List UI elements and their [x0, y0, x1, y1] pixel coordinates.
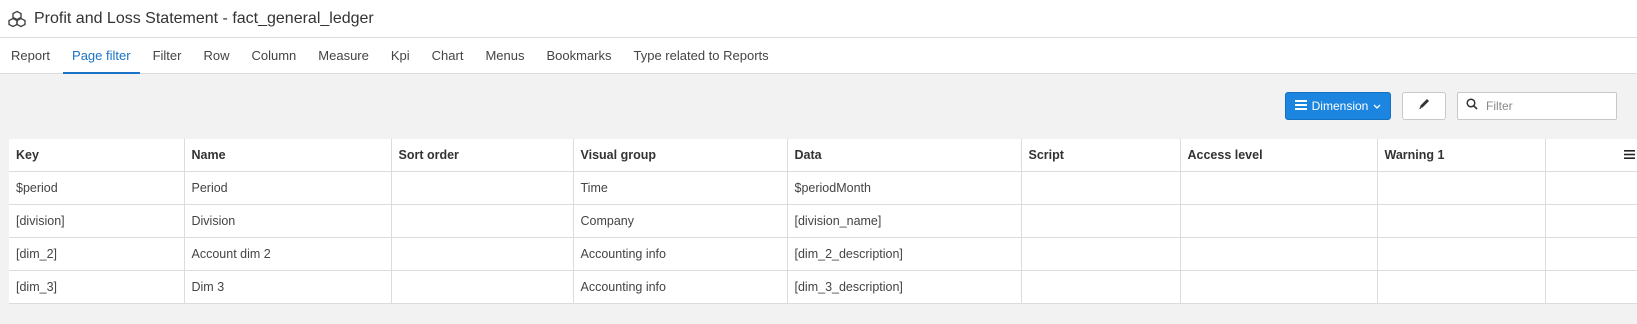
filter-input[interactable] [1484, 98, 1608, 114]
tab-page-filter[interactable]: Page filter [63, 38, 140, 74]
cell-script [1021, 171, 1181, 205]
cubes-icon [8, 10, 26, 28]
cell-script [1021, 204, 1181, 238]
cell-script [1021, 237, 1181, 271]
column-header-script[interactable]: Script [1021, 139, 1181, 172]
list-icon [1294, 99, 1307, 113]
table-row[interactable]: [division] Division Company [division_na… [9, 204, 1637, 238]
tab-filter[interactable]: Filter [144, 38, 191, 73]
tab-menus[interactable]: Menus [476, 38, 533, 73]
column-header-name[interactable]: Name [184, 139, 392, 172]
dimension-button[interactable]: Dimension [1285, 92, 1391, 120]
tab-bookmarks[interactable]: Bookmarks [537, 38, 620, 73]
tab-column[interactable]: Column [242, 38, 305, 73]
cell-access-level [1180, 270, 1378, 304]
table-row[interactable]: $period Period Time $periodMonth [9, 171, 1637, 205]
pencil-icon [1418, 97, 1431, 115]
cell-data: [dim_3_description] [787, 270, 1022, 304]
cell-name: Dim 3 [184, 270, 392, 304]
cell-visual-group: Company [573, 204, 788, 238]
title-bar: Profit and Loss Statement - fact_general… [0, 0, 1637, 38]
page-title: Profit and Loss Statement - fact_general… [34, 9, 374, 27]
column-menu-button[interactable] [1545, 139, 1637, 172]
column-header-data[interactable]: Data [787, 139, 1022, 172]
cell-key: [division] [9, 204, 185, 238]
dimension-button-label: Dimension [1311, 99, 1369, 113]
cell-name: Period [184, 171, 392, 205]
cell-name: Division [184, 204, 392, 238]
cell-access-level [1180, 204, 1378, 238]
cell-visual-group: Accounting info [573, 237, 788, 271]
cell-sort-order [391, 237, 574, 271]
cell-spacer [1545, 270, 1637, 304]
tab-report[interactable]: Report [2, 38, 59, 73]
cell-spacer [1545, 204, 1637, 238]
tab-chart[interactable]: Chart [423, 38, 473, 73]
table-row[interactable]: [dim_3] Dim 3 Accounting info [dim_3_des… [9, 270, 1637, 304]
column-header-warning-1[interactable]: Warning 1 [1377, 139, 1546, 172]
hamburger-menu-icon [1624, 148, 1635, 162]
cell-sort-order [391, 204, 574, 238]
cell-warning-1 [1377, 237, 1546, 271]
dimension-table: Key Name Sort order Visual group Data Sc… [9, 139, 1637, 304]
column-header-sort-order[interactable]: Sort order [391, 139, 574, 172]
filter-field[interactable] [1457, 92, 1617, 120]
chevron-down-icon [1373, 99, 1381, 113]
dimension-grid: Key Name Sort order Visual group Data Sc… [9, 139, 1637, 304]
tab-bar: Report Page filter Filter Row Column Mea… [0, 38, 1637, 74]
cell-data: [dim_2_description] [787, 237, 1022, 271]
search-icon [1466, 97, 1478, 115]
cell-spacer [1545, 237, 1637, 271]
content-area: Dimension Key Name [0, 74, 1637, 324]
cell-warning-1 [1377, 171, 1546, 205]
tab-measure[interactable]: Measure [309, 38, 378, 73]
table-header-row: Key Name Sort order Visual group Data Sc… [9, 139, 1637, 172]
cell-access-level [1180, 171, 1378, 205]
cell-spacer [1545, 171, 1637, 205]
tab-type-related-to-reports[interactable]: Type related to Reports [625, 38, 778, 73]
cell-sort-order [391, 171, 574, 205]
edit-button[interactable] [1402, 92, 1446, 120]
toolbar: Dimension [0, 74, 1637, 136]
cell-key: [dim_2] [9, 237, 185, 271]
column-header-access-level[interactable]: Access level [1180, 139, 1378, 172]
table-row[interactable]: [dim_2] Account dim 2 Accounting info [d… [9, 237, 1637, 271]
column-header-key[interactable]: Key [9, 139, 185, 172]
column-header-visual-group[interactable]: Visual group [573, 139, 788, 172]
tab-row[interactable]: Row [194, 38, 238, 73]
cell-data: $periodMonth [787, 171, 1022, 205]
cell-key: [dim_3] [9, 270, 185, 304]
cell-data: [division_name] [787, 204, 1022, 238]
cell-script [1021, 270, 1181, 304]
cell-access-level [1180, 237, 1378, 271]
tab-kpi[interactable]: Kpi [382, 38, 419, 73]
cell-visual-group: Time [573, 171, 788, 205]
cell-visual-group: Accounting info [573, 270, 788, 304]
cell-key: $period [9, 171, 185, 205]
cell-sort-order [391, 270, 574, 304]
cell-name: Account dim 2 [184, 237, 392, 271]
cell-warning-1 [1377, 204, 1546, 238]
cell-warning-1 [1377, 270, 1546, 304]
